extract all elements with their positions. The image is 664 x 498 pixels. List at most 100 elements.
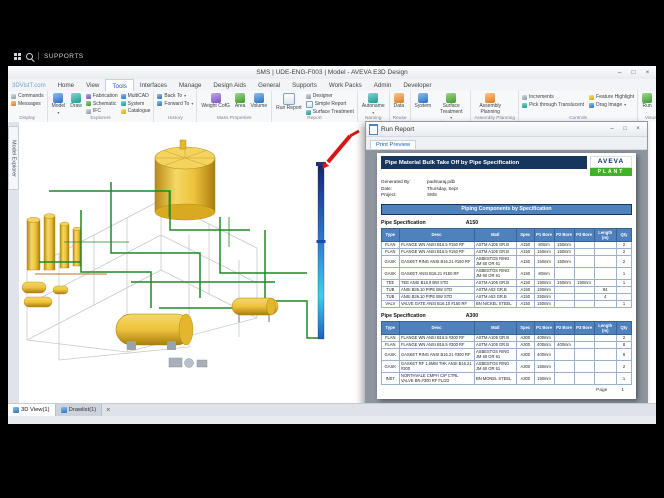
minimize-button[interactable]: – — [613, 67, 626, 77]
dialog-title-bar: Run Report – □ × — [366, 122, 647, 137]
title-bar: SMS | UDE-ENG-F003 | Model - AVEVA E3D D… — [8, 66, 656, 80]
data-button[interactable]: Data — [393, 92, 406, 110]
feature-highlight-button[interactable]: Feature Highlight — [589, 94, 634, 100]
horizontal-tank[interactable] — [116, 314, 193, 350]
ribbon-tab[interactable]: Admin — [368, 79, 398, 91]
system-explorer-button[interactable]: System — [121, 101, 151, 107]
print-preview-area[interactable]: Pipe Material Bulk Take Off by Pipe Spec… — [366, 150, 647, 403]
view-tab-icon — [13, 407, 19, 413]
search-icon[interactable] — [26, 53, 33, 60]
supports-label[interactable]: SUPPORTS — [44, 53, 84, 60]
pick-through-translucent-button[interactable]: Pick through Translucent — [522, 102, 584, 108]
data-icon — [394, 93, 404, 103]
column-header: Type — [382, 321, 400, 334]
report-section-band: Piping Components by Specification — [381, 204, 632, 215]
column-vessels[interactable] — [22, 214, 81, 307]
model-explorer-label: Model Explorer — [11, 140, 17, 177]
assign-system-button[interactable]: System — [414, 92, 433, 110]
assembly-planning-icon — [485, 93, 495, 103]
pick-through-icon — [522, 103, 527, 108]
table-row: FLANFLANGE WN ANSI B16.5 #300 RFASTM A10… — [382, 334, 632, 341]
area-button[interactable]: Area — [234, 92, 247, 110]
surface-treatment-report-button[interactable]: Surface Treatment — [306, 109, 354, 115]
report-page: Pipe Material Bulk Take Off by Pipe Spec… — [377, 153, 636, 399]
table-row: TUBANSI B36.10 PIPE BW STDASTM A53 GR.BA… — [382, 286, 632, 293]
close-button[interactable]: × — [641, 67, 654, 77]
view-tab[interactable]: Drawlist(1) — [56, 404, 103, 416]
page-footer-value: 1 — [621, 388, 624, 393]
model-explorer-button[interactable]: Model▾ — [51, 92, 67, 115]
assembly-planning-button[interactable]: Assembly Planning — [474, 92, 506, 115]
spec-name: A300 — [466, 313, 478, 319]
model-explorer-tab[interactable]: Model Explorer — [8, 126, 19, 190]
simple-report-button[interactable]: Simple Report — [306, 101, 354, 108]
increments-button[interactable]: Increments — [522, 94, 584, 100]
table-row: INSTNORTHVALE CMPH C/P CTRL VALVE BN #30… — [382, 372, 632, 384]
ribbon-tab[interactable]: Tools — [105, 79, 133, 91]
autoname-button[interactable]: Autoname▾ — [361, 92, 386, 115]
print-preview-tab[interactable]: Print Preview — [370, 140, 416, 149]
ifc-button[interactable]: IFC — [86, 108, 118, 114]
status-bar — [8, 416, 656, 424]
dome-tank[interactable] — [155, 140, 215, 220]
column-header: Type — [382, 228, 400, 241]
view-tab[interactable]: 3D View(1) — [8, 404, 56, 416]
pumps[interactable] — [169, 358, 207, 368]
spec-section-label: Pipe Specification — [381, 313, 426, 319]
schematic-button[interactable]: Schematic — [86, 101, 118, 107]
designer-button[interactable]: Designer — [306, 93, 354, 99]
catalogue-button[interactable]: Catalogue — [121, 108, 151, 114]
app-menu-icon[interactable] — [14, 53, 21, 60]
view-tab-close-button[interactable]: × — [102, 404, 114, 416]
column-header: P2 Bore — [554, 321, 574, 334]
column-header: Qty — [617, 321, 632, 334]
app-window: SMS | UDE-ENG-F003 | Model - AVEVA E3D D… — [8, 66, 656, 424]
column-header: P1 Bore — [534, 228, 554, 241]
ribbon-tab[interactable]: Work Packs — [323, 79, 368, 91]
ribbon-tab[interactable]: Home — [52, 79, 81, 91]
ribbon: Commands Messages Display Model▾ Draw Fa… — [8, 91, 656, 123]
volume-button[interactable]: Volume — [249, 92, 268, 110]
messages-button[interactable]: Messages — [11, 101, 44, 107]
assign-surface-treatment-button[interactable]: Surface Treatment▾ — [435, 92, 467, 121]
commands-button[interactable]: Commands — [11, 93, 44, 99]
ribbon-group-display: Commands Messages Display — [8, 91, 48, 122]
dialog-tab-strip: Print Preview — [366, 137, 647, 150]
weight-cofg-button[interactable]: Weight CofG — [200, 92, 231, 110]
column-header: Qty — [617, 228, 632, 241]
multicad-icon — [121, 94, 126, 99]
table-row: FLANFLANGE WN ANSI B16.5 #150 RFASTM A10… — [382, 241, 632, 248]
back-icon — [157, 94, 162, 99]
multicad-button[interactable]: MultiCAD — [121, 93, 151, 99]
run-report-button[interactable]: Run Report — [275, 92, 303, 112]
drag-image-button[interactable]: Drag Image▾ — [589, 102, 634, 108]
ribbon-tab[interactable]: Supports — [286, 79, 323, 91]
ribbon-tab[interactable]: View — [80, 79, 105, 91]
run-report-dialog: Run Report – □ × Print Preview Pipe Mate… — [365, 121, 648, 418]
ribbon-tab[interactable]: Design Aids — [207, 79, 252, 91]
ribbon-tab[interactable]: General — [252, 79, 286, 91]
aveva-logo-text: AVEVA — [590, 156, 632, 168]
commands-icon — [11, 94, 16, 99]
column-header: P3 Bore — [574, 321, 594, 334]
forward-to-button[interactable]: Forward To▾ — [157, 101, 193, 107]
view-tab-icon — [61, 407, 67, 413]
dialog-maximize-button[interactable]: □ — [619, 124, 631, 134]
run-query-button[interactable]: Run — [641, 92, 653, 110]
ribbon-tab[interactable]: Manage — [173, 79, 207, 91]
page-footer: Page 1 — [596, 388, 624, 393]
dialog-minimize-button[interactable]: – — [606, 124, 618, 134]
highlighted-pipe[interactable] — [316, 162, 326, 339]
back-to-button[interactable]: Back To▾ — [157, 93, 193, 99]
model-icon — [53, 93, 63, 103]
dialog-close-button[interactable]: × — [632, 124, 644, 134]
ribbon-tab[interactable]: Developer — [397, 79, 437, 91]
ribbon-tab[interactable]: Interfaces — [134, 79, 173, 91]
screen: SUPPORTS SMS | UDE-ENG-F003 | Model - AV… — [0, 0, 664, 498]
fabrication-button[interactable]: Fabrication — [86, 93, 118, 99]
column-header: Desc — [399, 228, 474, 241]
maximize-button[interactable]: □ — [627, 67, 640, 77]
draw-explorer-button[interactable]: Draw — [69, 92, 83, 110]
view-tabs: 3D View(1) Drawlist(1) × — [8, 404, 114, 416]
spec-table-a150: TypeDescMatlSpecP1 BoreP2 BoreP3 BoreLen… — [381, 228, 632, 308]
